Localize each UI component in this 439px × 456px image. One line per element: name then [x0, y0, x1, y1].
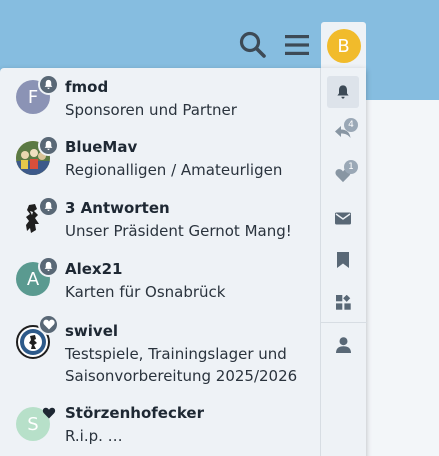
notification-list: F fmod Sponsoren und Partner BlueMav Reg… [0, 68, 320, 456]
notification-message: Karten für Osnabrück [65, 283, 226, 301]
widgets-icon [335, 294, 351, 310]
notification-message: Sponsoren und Partner [65, 101, 237, 119]
tab-notifications[interactable] [327, 76, 359, 108]
hamburger-icon [285, 35, 309, 55]
notification-username: BlueMav [65, 138, 138, 156]
page-background [366, 100, 439, 456]
tab-profile[interactable] [327, 329, 359, 361]
notification-username: Störzenhofecker [65, 404, 204, 422]
notification-username: 3 Antworten [65, 199, 170, 217]
bell-badge [38, 256, 59, 277]
notification-username: fmod [65, 78, 109, 96]
user-menu-panel: F fmod Sponsoren und Partner BlueMav Reg… [0, 68, 367, 456]
tab-likes[interactable]: 1 [327, 159, 359, 191]
notification-username: swivel [65, 322, 119, 340]
bell-icon [337, 85, 349, 99]
envelope-icon [335, 212, 351, 224]
bell-badge [38, 74, 59, 95]
heart-badge [38, 402, 59, 423]
bell-badge [38, 135, 59, 156]
bell-badge [38, 196, 59, 217]
likes-count: 1 [344, 160, 358, 174]
user-icon [335, 337, 351, 353]
notification-username: Alex21 [65, 260, 123, 278]
heart-badge [38, 314, 59, 335]
search-icon [239, 31, 266, 58]
tab-other[interactable] [327, 286, 359, 318]
replies-count: 4 [344, 118, 358, 132]
user-menu-tabs: 4 1 [320, 68, 367, 456]
heart-icon [42, 407, 55, 418]
tab-replies[interactable]: 4 [327, 116, 359, 148]
tab-messages[interactable] [327, 202, 359, 234]
notification-message: Unser Präsident Gernot Mang! [65, 222, 292, 240]
notification-message: Regionalligen / Amateurligen [65, 161, 283, 179]
bell-icon [44, 201, 53, 212]
sidebar-divider [321, 322, 367, 323]
heart-icon [42, 319, 55, 330]
menu-button[interactable] [280, 28, 314, 62]
user-menu-tab[interactable]: B [321, 22, 366, 70]
search-button[interactable] [236, 28, 270, 62]
tab-bookmarks[interactable] [327, 244, 359, 276]
current-user-avatar[interactable]: B [326, 29, 361, 63]
notification-message: Testspiele, Trainingslager und Saisonvor… [65, 345, 298, 385]
bell-icon [44, 79, 53, 90]
notification-message: R.i.p. … [65, 427, 123, 445]
bell-icon [44, 140, 53, 151]
bookmark-icon [337, 252, 349, 268]
bell-icon [44, 261, 53, 272]
